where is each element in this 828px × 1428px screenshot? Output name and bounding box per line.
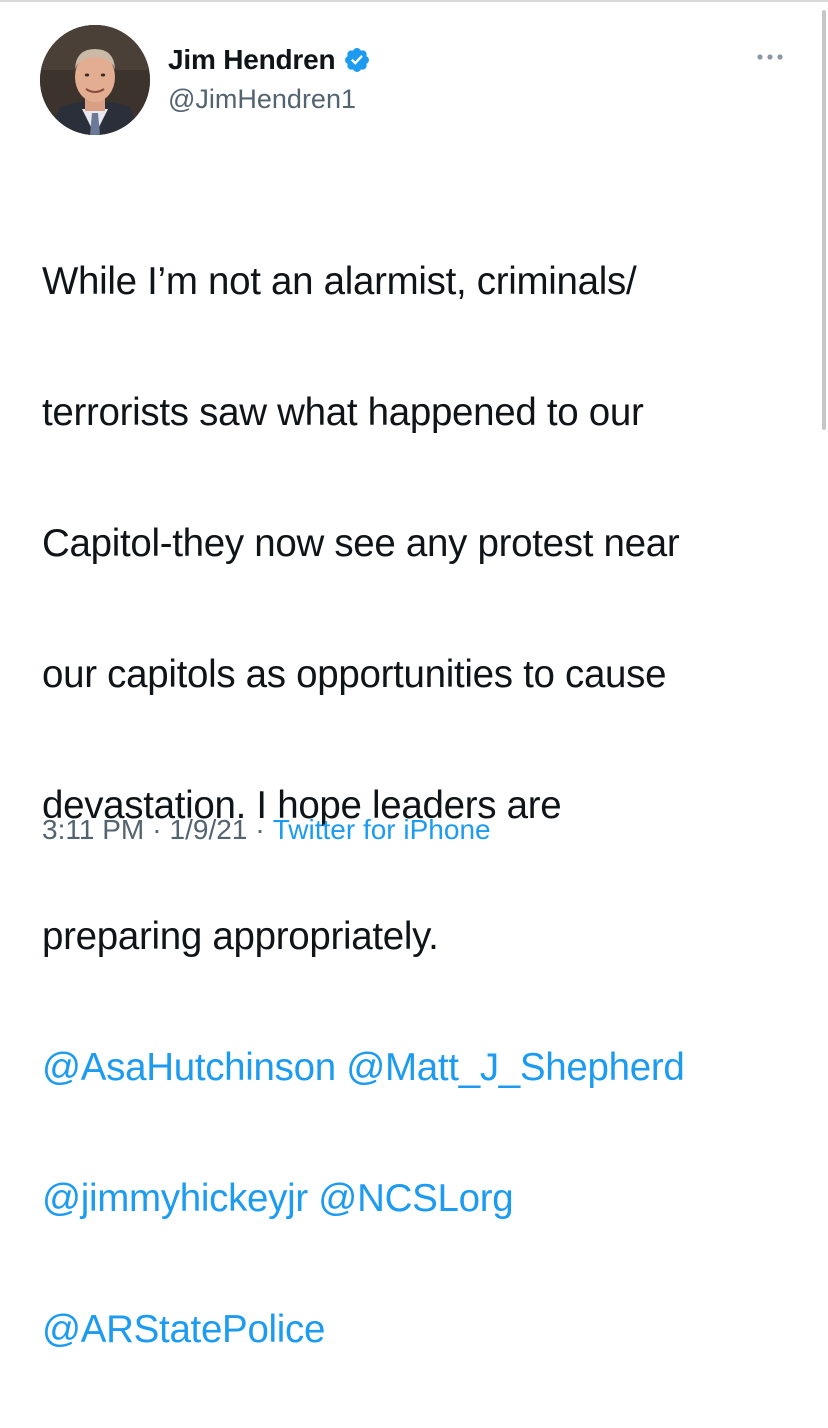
tweet-text-line: Capitol-they now see any protest near bbox=[42, 521, 680, 565]
mention-line: @ARStatePolice bbox=[42, 1297, 802, 1363]
author-display-name[interactable]: Jim Hendren bbox=[168, 44, 336, 76]
tweet-date[interactable]: 1/9/21 bbox=[170, 814, 248, 846]
tweet-text: While I’m not an alarmist, criminals/ te… bbox=[42, 183, 802, 1428]
avatar[interactable] bbox=[40, 25, 150, 135]
meta-separator: · bbox=[152, 814, 162, 845]
mention-link[interactable]: @Matt_J_Shepherd bbox=[346, 1046, 685, 1089]
tweet-time[interactable]: 3:11 PM bbox=[42, 814, 144, 846]
meta-separator: · bbox=[255, 814, 265, 845]
tweet-text-line: terrorists saw what happened to our bbox=[42, 390, 644, 434]
top-divider bbox=[0, 0, 828, 2]
mention-link[interactable]: @jimmyhickeyjr bbox=[42, 1177, 308, 1220]
mention-line: @AsaHutchinson @Matt_J_Shepherd bbox=[42, 1035, 802, 1101]
more-options-icon[interactable] bbox=[755, 50, 785, 62]
mention-link[interactable]: @AsaHutchinson bbox=[42, 1046, 336, 1089]
mention-link[interactable]: @ARStatePolice bbox=[42, 1308, 325, 1351]
author-handle[interactable]: @JimHendren1 bbox=[168, 84, 356, 115]
tweet-text-line: While I’m not an alarmist, criminals/ bbox=[42, 259, 637, 303]
scrollbar-thumb[interactable] bbox=[822, 10, 826, 430]
tweet-text-line: our capitols as opportunities to cause bbox=[42, 652, 667, 696]
verified-badge-icon bbox=[343, 46, 371, 74]
avatar-photo bbox=[40, 25, 150, 135]
tweet-source-link[interactable]: Twitter for iPhone bbox=[273, 814, 491, 846]
author-name-row[interactable]: Jim Hendren bbox=[168, 42, 371, 78]
scrollbar[interactable] bbox=[819, 0, 828, 877]
mention-link[interactable]: @NCSLorg bbox=[318, 1177, 513, 1220]
mention-line: @jimmyhickeyjr @NCSLorg bbox=[42, 1166, 802, 1232]
tweet-meta: 3:11 PM · 1/9/21 · Twitter for iPhone bbox=[42, 810, 491, 850]
tweet-text-line: preparing appropriately. bbox=[42, 914, 439, 958]
